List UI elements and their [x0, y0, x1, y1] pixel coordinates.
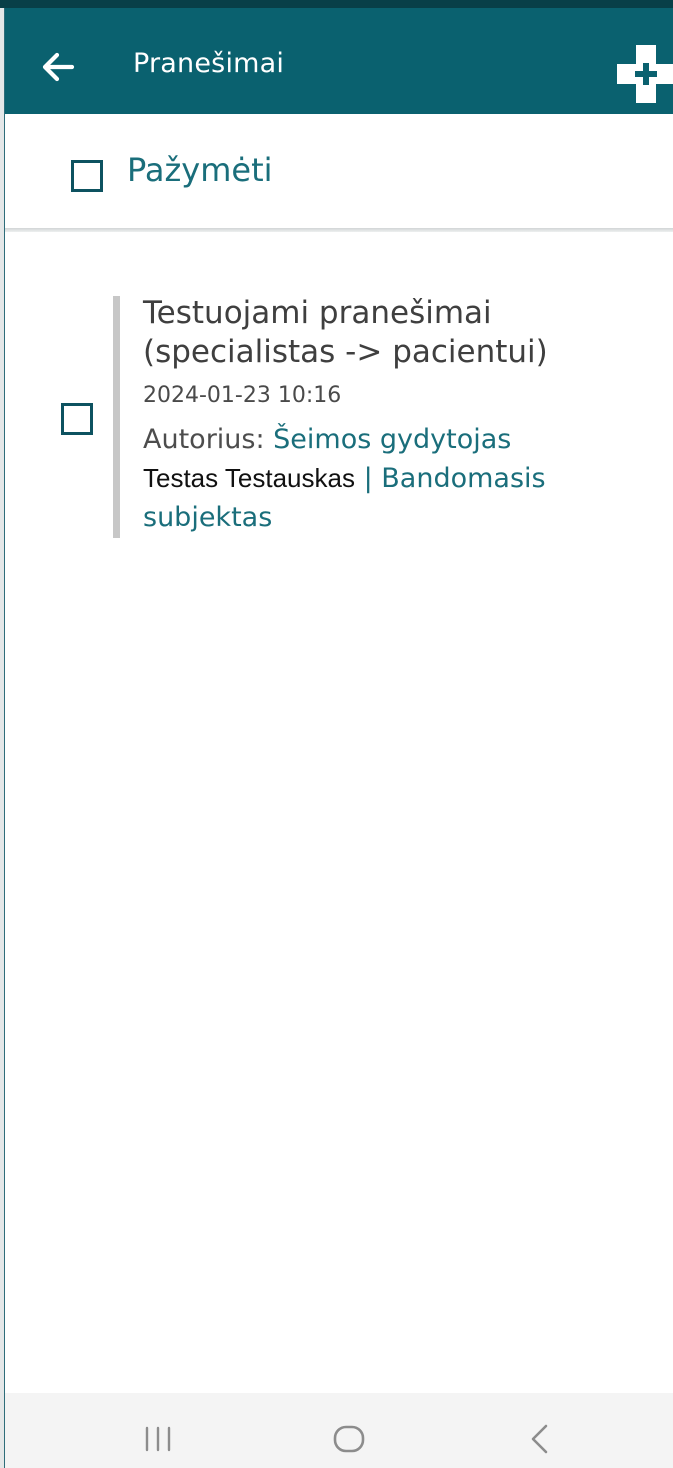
select-all-row: Pažymėti	[5, 114, 673, 228]
message-author: Autorius: Šeimos gydytojas	[143, 421, 663, 459]
home-icon[interactable]	[333, 1425, 365, 1453]
recipient-name: Testas Testauskas	[143, 463, 355, 493]
recents-icon[interactable]	[143, 1426, 173, 1452]
header-divider	[5, 228, 673, 232]
author-role: Šeimos gydytojas	[273, 424, 512, 455]
message-recipient: Testas Testauskas | Bandomasis subjektas	[143, 459, 663, 537]
message-datetime: 2024-01-23 10:16	[143, 383, 342, 408]
message-checkbox[interactable]	[61, 403, 93, 435]
message-title[interactable]: Testuojami pranešimai (specialistas -> p…	[143, 294, 663, 372]
app-bar: Pranešimai	[5, 8, 673, 114]
medical-cross-plus-icon[interactable]	[617, 45, 673, 103]
arrow-left-icon[interactable]	[38, 50, 78, 84]
status-bar-strip	[0, 0, 673, 8]
message-unread-marker	[113, 296, 120, 538]
nav-back-icon[interactable]	[528, 1423, 552, 1455]
page-title: Pranešimai	[133, 48, 285, 79]
select-all-label[interactable]: Pažymėti	[127, 148, 273, 192]
select-all-checkbox[interactable]	[71, 160, 103, 192]
author-label: Autorius:	[143, 424, 265, 455]
recipient-separator: |	[363, 463, 373, 494]
system-navigation-bar	[5, 1393, 673, 1468]
